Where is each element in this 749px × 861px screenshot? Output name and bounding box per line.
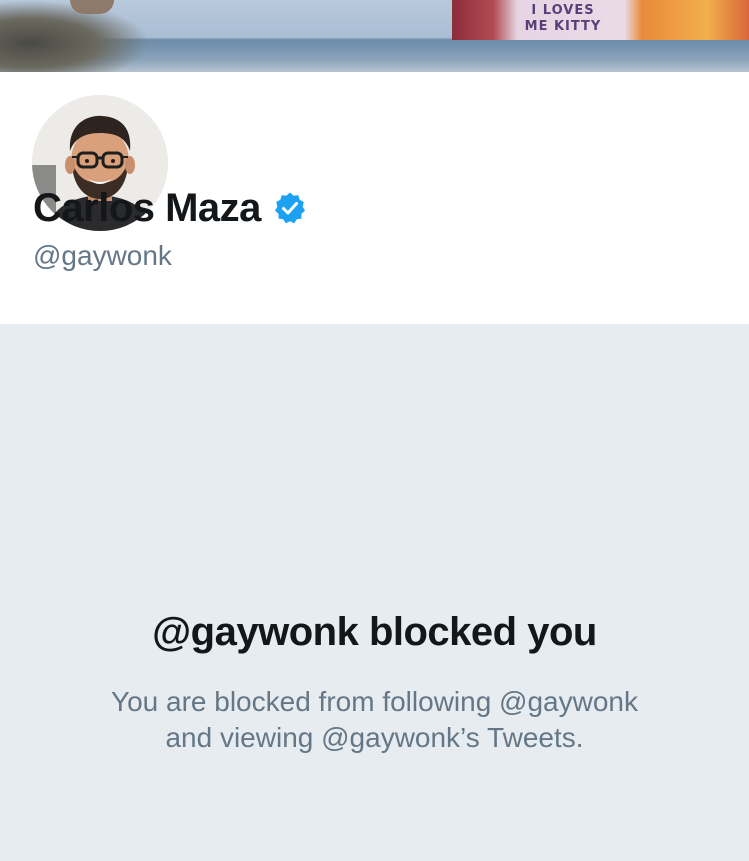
blocked-title: @gaywonk blocked you <box>152 610 597 654</box>
profile-banner[interactable]: I LOVES ME KITTY <box>0 0 749 72</box>
blocked-message-line2: and viewing @gaywonk’s Tweets. <box>165 722 584 753</box>
verified-badge-icon[interactable] <box>273 191 307 225</box>
profile-header: Carlos Maza @gaywonk <box>0 72 749 324</box>
profile-handle: @gaywonk <box>33 240 172 271</box>
blocked-message: You are blocked from following @gaywonk … <box>74 684 675 756</box>
blocked-notice: @gaywonk blocked you You are blocked fro… <box>0 324 749 861</box>
banner-shirt-text-line1: I LOVES <box>531 3 595 18</box>
banner-shirt-text: I LOVES ME KITTY <box>518 3 608 35</box>
blocked-message-line1: You are blocked from following @gaywonk <box>110 686 638 717</box>
display-name-row: Carlos Maza <box>33 184 307 232</box>
banner-shirt-text-line2: ME KITTY <box>524 19 602 34</box>
display-name: Carlos Maza <box>33 186 261 230</box>
